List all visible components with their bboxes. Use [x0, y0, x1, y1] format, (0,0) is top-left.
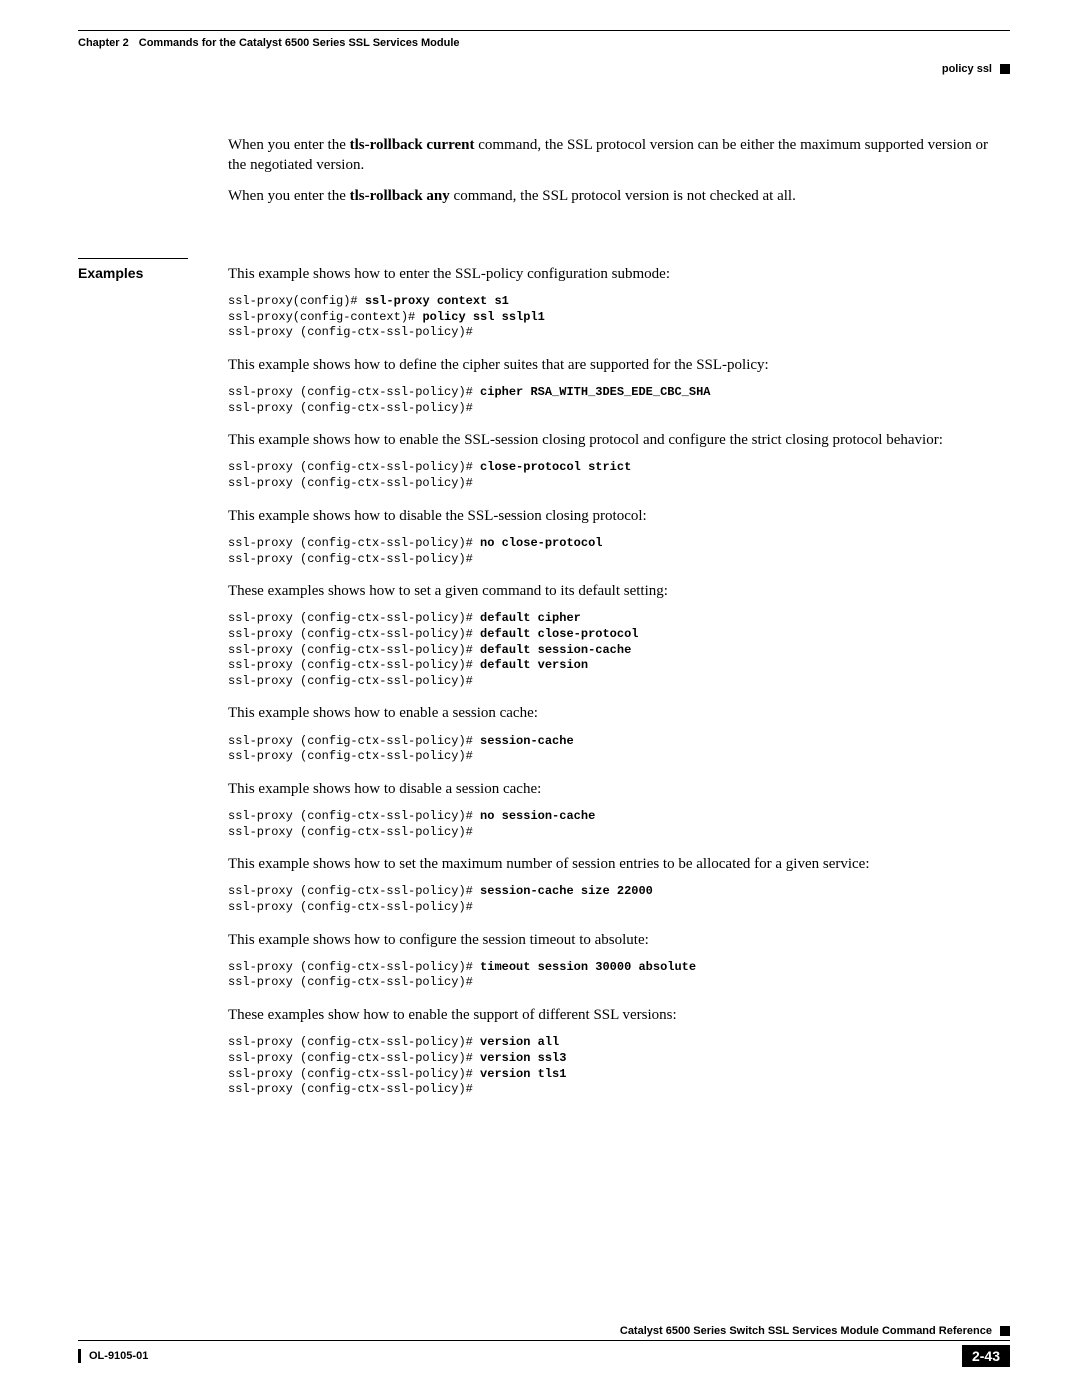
example-desc: This example shows how to configure the … — [228, 930, 1010, 950]
page-header: Chapter 2 Commands for the Catalyst 6500… — [78, 37, 1010, 49]
code-example: ssl-proxy(config)# ssl-proxy context s1 … — [228, 294, 1010, 341]
page-footer: Catalyst 6500 Series Switch SSL Services… — [78, 1325, 1010, 1367]
code-example: ssl-proxy (config-ctx-ssl-policy)# sessi… — [228, 734, 1010, 765]
doc-title: Catalyst 6500 Series Switch SSL Services… — [620, 1325, 992, 1337]
header-rule — [78, 30, 1010, 31]
code-example: ssl-proxy (config-ctx-ssl-policy)# no se… — [228, 809, 1010, 840]
example-desc: These examples show how to enable the su… — [228, 1005, 1010, 1025]
doc-id: OL-9105-01 — [89, 1350, 148, 1362]
example-desc: This example shows how to enter the SSL-… — [228, 264, 1010, 284]
code-example: ssl-proxy (config-ctx-ssl-policy)# sessi… — [228, 884, 1010, 915]
page-number: 2-43 — [962, 1345, 1010, 1367]
intro-para-1: When you enter the tls-rollback current … — [228, 135, 1010, 176]
code-example: ssl-proxy (config-ctx-ssl-policy)# close… — [228, 460, 1010, 491]
footer-marker-icon — [1000, 1326, 1010, 1336]
header-marker-icon — [1000, 64, 1010, 74]
code-example: ssl-proxy (config-ctx-ssl-policy)# timeo… — [228, 960, 1010, 991]
footer-rule — [78, 1340, 1010, 1341]
intro-para-2: When you enter the tls-rollback any comm… — [228, 186, 1010, 206]
example-desc: This example shows how to disable a sess… — [228, 779, 1010, 799]
topic-title: policy ssl — [942, 63, 992, 75]
code-example: ssl-proxy (config-ctx-ssl-policy)# versi… — [228, 1035, 1010, 1097]
example-desc: This example shows how to define the cip… — [228, 355, 1010, 375]
example-desc: This example shows how to enable a sessi… — [228, 703, 1010, 723]
example-desc: This example shows how to set the maximu… — [228, 854, 1010, 874]
example-desc: This example shows how to enable the SSL… — [228, 430, 1010, 450]
section-heading-examples: Examples — [78, 258, 188, 281]
chapter-title: Commands for the Catalyst 6500 Series SS… — [139, 37, 460, 49]
example-desc: These examples shows how to set a given … — [228, 581, 1010, 601]
code-example: ssl-proxy (config-ctx-ssl-policy)# no cl… — [228, 536, 1010, 567]
chapter-number: Chapter 2 — [78, 37, 129, 49]
footer-bar-icon — [78, 1349, 81, 1363]
code-example: ssl-proxy (config-ctx-ssl-policy)# defau… — [228, 611, 1010, 689]
example-desc: This example shows how to disable the SS… — [228, 506, 1010, 526]
code-example: ssl-proxy (config-ctx-ssl-policy)# ciphe… — [228, 385, 1010, 416]
